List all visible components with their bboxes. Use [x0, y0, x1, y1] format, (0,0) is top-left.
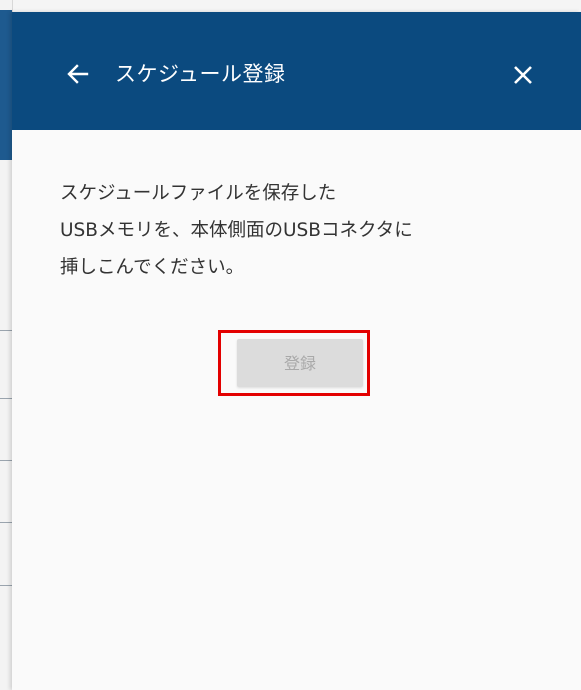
panel-header: スケジュール登録 [12, 12, 581, 130]
background-divider [0, 585, 12, 586]
background-divider [0, 330, 12, 331]
app-frame: スケジュール登録 スケジュールファイルを保存した USBメモリを、本体側面のUS… [0, 0, 581, 690]
background-divider [0, 522, 12, 523]
background-header-edge [0, 10, 12, 160]
close-button[interactable] [510, 62, 536, 88]
close-icon [514, 66, 532, 84]
register-button[interactable]: 登録 [237, 339, 363, 387]
background-top-strip [0, 0, 581, 12]
background-divider [0, 398, 12, 399]
instruction-line: スケジュールファイルを保存した [60, 183, 337, 204]
arrow-left-icon [67, 64, 89, 84]
schedule-register-panel: スケジュール登録 スケジュールファイルを保存した USBメモリを、本体側面のUS… [12, 12, 581, 690]
back-button[interactable] [64, 60, 92, 88]
panel-title: スケジュール登録 [115, 62, 286, 86]
background-divider [0, 460, 12, 461]
instruction-line: 挿しこんでください。 [60, 257, 245, 278]
instruction-line: USBメモリを、本体側面のUSBコネクタに [60, 220, 413, 241]
instruction-text: スケジュールファイルを保存した USBメモリを、本体側面のUSBコネクタに 挿し… [60, 175, 540, 286]
